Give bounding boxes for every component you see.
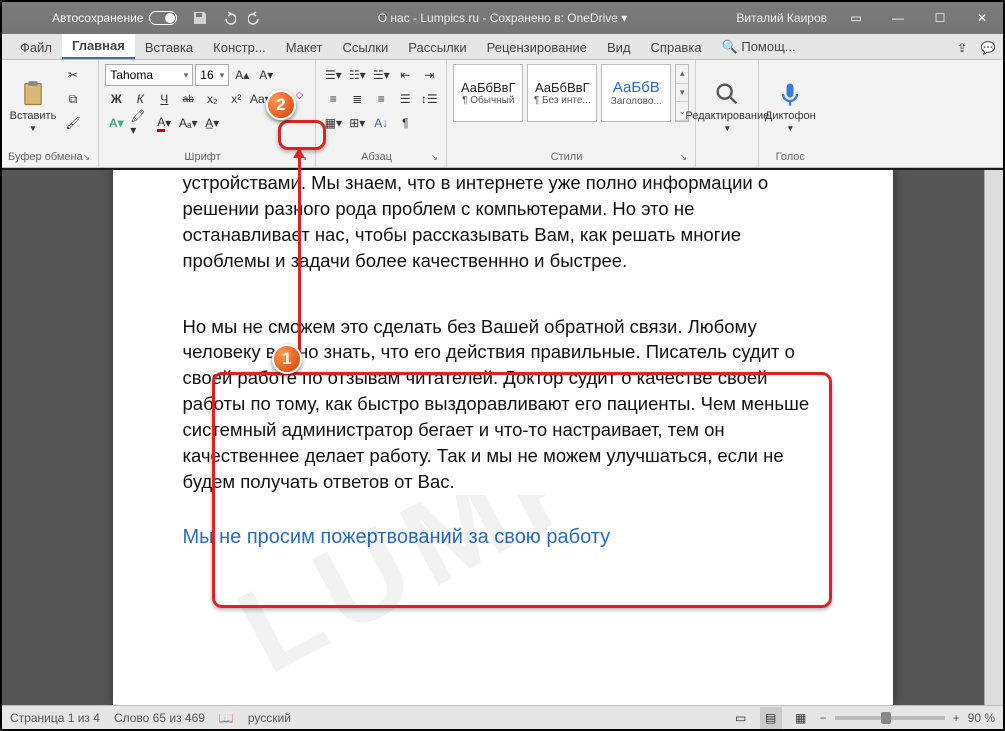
tab-insert[interactable]: Вставка — [135, 36, 203, 59]
maximize-icon[interactable]: ☐ — [919, 2, 961, 34]
autosave-toggle[interactable] — [149, 11, 177, 25]
status-words[interactable]: Слово 65 из 469 — [114, 711, 205, 725]
group-paragraph: ☰▾ ☷▾ ☱▾ ⇤ ⇥ ≡ ≣ ≡ ☰ ↕☰ ▦▾ ⊞▾ A↓ ¶ Абзац… — [316, 60, 447, 167]
decrease-indent-icon[interactable]: ⇤ — [394, 64, 416, 86]
document-area[interactable]: LUMPICS устройствами. Мы знаем, что в ин… — [2, 170, 1003, 705]
grow-font-icon[interactable]: A▴ — [231, 64, 253, 86]
group-styles: АаБбВвГ¶ Обычный АаБбВвГ¶ Без инте... Аа… — [447, 60, 696, 167]
enclose-icon[interactable]: A̲▾ — [201, 112, 223, 134]
shading-icon[interactable]: ▦▾ — [322, 112, 344, 134]
show-marks-icon[interactable]: ¶ — [394, 112, 416, 134]
tab-references[interactable]: Ссылки — [332, 36, 398, 59]
ribbon-options-icon[interactable]: ▭ — [835, 2, 877, 34]
tab-home[interactable]: Главная — [62, 34, 135, 59]
dictate-button[interactable]: Диктофон▼ — [765, 64, 815, 149]
tab-help[interactable]: Справка — [641, 36, 712, 59]
bold-button[interactable]: Ж — [105, 88, 127, 110]
status-proofing-icon[interactable]: 📖 — [219, 711, 234, 725]
paragraph-2-selected[interactable]: Но мы не сможем это сделать без Вашей об… — [183, 314, 823, 495]
font-color-icon[interactable]: A▾ — [153, 112, 175, 134]
shrink-font-icon[interactable]: A▾ — [255, 64, 277, 86]
status-page[interactable]: Страница 1 из 4 — [10, 711, 100, 725]
callout-1: 1 — [272, 344, 302, 374]
character-shading-icon[interactable]: Aₐ▾ — [177, 112, 199, 134]
bullets-icon[interactable]: ☰▾ — [322, 64, 344, 86]
tab-tell-me[interactable]: 🔍 Помощ... — [712, 35, 806, 59]
document-title: О нас - Lumpics.ru - Сохранено в: OneDri… — [378, 11, 628, 25]
tab-mailing[interactable]: Рассылки — [398, 36, 476, 59]
style-normal[interactable]: АаБбВвГ¶ Обычный — [453, 64, 523, 122]
borders-icon[interactable]: ⊞▾ — [346, 112, 368, 134]
format-painter-icon[interactable]: 🖌 — [62, 112, 84, 134]
callout-arrow — [298, 150, 301, 360]
tab-layout[interactable]: Макет — [276, 36, 333, 59]
line-spacing-icon[interactable]: ↕☰ — [418, 88, 440, 110]
view-print-icon[interactable]: ▤ — [760, 707, 782, 729]
style-heading1[interactable]: АаБбВЗаголово... — [601, 64, 671, 122]
comments-icon[interactable]: 💬 — [977, 37, 999, 59]
align-left-icon[interactable]: ≡ — [322, 88, 344, 110]
zoom-slider[interactable] — [835, 716, 945, 720]
ribbon-tabs: Файл Главная Вставка Констр... Макет Ссы… — [2, 34, 1003, 60]
user-name[interactable]: Виталий Каиров — [736, 11, 827, 25]
sort-icon[interactable]: A↓ — [370, 112, 392, 134]
tab-review[interactable]: Рецензирование — [477, 36, 597, 59]
zoom-in-icon[interactable]: + — [953, 711, 960, 725]
share-icon[interactable]: ⇪ — [951, 37, 973, 59]
font-size-combo[interactable]: 16▾ — [195, 64, 229, 86]
status-language[interactable]: русский — [248, 711, 291, 725]
style-no-spacing[interactable]: АаБбВвГ¶ Без инте... — [527, 64, 597, 122]
tab-design[interactable]: Констр... — [203, 36, 276, 59]
save-icon[interactable] — [189, 7, 211, 29]
text-effects-icon[interactable]: A▾ — [105, 112, 127, 134]
view-web-icon[interactable]: ▦ — [790, 707, 812, 729]
redo-icon[interactable] — [245, 7, 267, 29]
heading-2[interactable]: Мы не просим пожертвований за свою работ… — [183, 523, 823, 551]
group-clipboard: Вставить ▼ ✂ ⧉ 🖌 Буфер обмена↘ — [2, 60, 99, 167]
increase-indent-icon[interactable]: ⇥ — [418, 64, 440, 86]
underline-button[interactable]: Ч — [153, 88, 175, 110]
italic-button[interactable]: К — [129, 88, 151, 110]
multilevel-icon[interactable]: ☱▾ — [370, 64, 392, 86]
zoom-out-icon[interactable]: − — [820, 711, 827, 725]
align-right-icon[interactable]: ≡ — [370, 88, 392, 110]
undo-icon[interactable] — [217, 7, 239, 29]
close-icon[interactable]: ✕ — [961, 2, 1003, 34]
status-bar: Страница 1 из 4 Слово 65 из 469 📖 русски… — [2, 705, 1003, 729]
autosave-label: Автосохранение — [52, 11, 143, 25]
paragraph-1[interactable]: устройствами. Мы знаем, что в интернете … — [183, 170, 823, 274]
font-name-combo[interactable]: Tahoma▾ — [105, 64, 193, 86]
subscript-button[interactable]: x₂ — [201, 88, 223, 110]
superscript-button[interactable]: x² — [225, 88, 247, 110]
copy-icon[interactable]: ⧉ — [62, 88, 84, 110]
styles-launcher-icon[interactable]: ↘ — [680, 149, 688, 165]
group-voice: Диктофон▼ Голос — [759, 60, 821, 167]
callout-2: 2 — [266, 90, 296, 120]
minimize-icon[interactable]: — — [877, 2, 919, 34]
cut-icon[interactable]: ✂ — [62, 64, 84, 86]
paste-button[interactable]: Вставить ▼ — [8, 64, 58, 149]
view-read-icon[interactable]: ▭ — [730, 707, 752, 729]
highlight-icon[interactable]: 🖍▾ — [129, 112, 151, 134]
editing-button[interactable]: Редактирование▼ — [702, 64, 752, 149]
tab-file[interactable]: Файл — [10, 36, 62, 59]
paragraph-launcher-icon[interactable]: ↘ — [431, 149, 439, 165]
justify-icon[interactable]: ☰ — [394, 88, 416, 110]
strike-button[interactable]: ab — [177, 88, 199, 110]
tab-view[interactable]: Вид — [597, 36, 641, 59]
numbering-icon[interactable]: ☷▾ — [346, 64, 368, 86]
title-bar: Автосохранение О нас - Lumpics.ru - Сохр… — [2, 2, 1003, 34]
page[interactable]: LUMPICS устройствами. Мы знаем, что в ин… — [113, 170, 893, 705]
clipboard-launcher-icon[interactable]: ↘ — [83, 149, 91, 165]
group-editing: Редактирование▼ — [696, 60, 759, 167]
ribbon: Вставить ▼ ✂ ⧉ 🖌 Буфер обмена↘ Tahoma▾ 1… — [2, 60, 1003, 168]
zoom-level[interactable]: 90 % — [968, 711, 995, 725]
align-center-icon[interactable]: ≣ — [346, 88, 368, 110]
